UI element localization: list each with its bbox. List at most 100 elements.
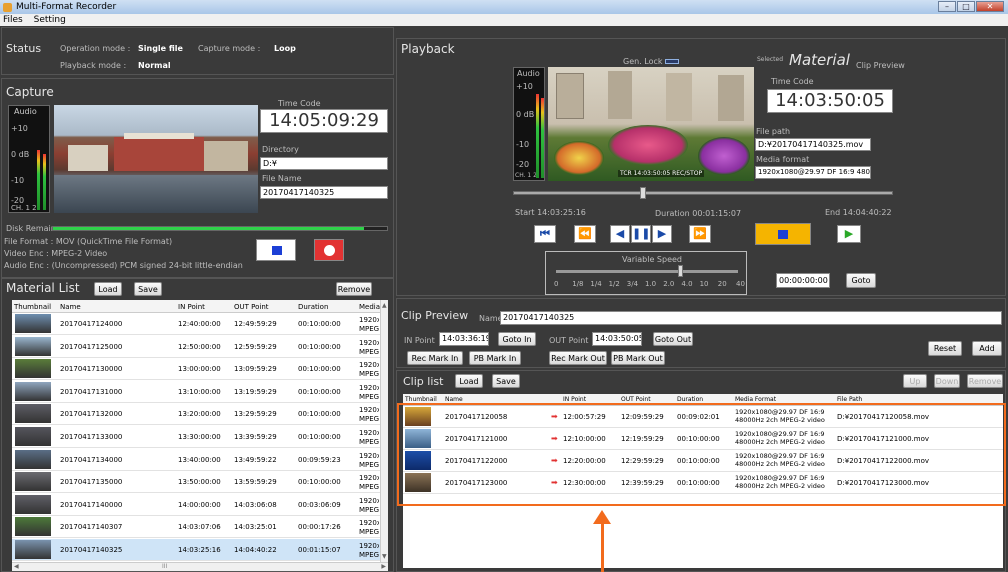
variable-speed-thumb[interactable] xyxy=(677,265,683,277)
capture-scale-0db: 0 dB xyxy=(11,150,30,159)
material-vscroll[interactable]: ▲ ▼ xyxy=(380,300,388,562)
close-icon[interactable]: ✕ xyxy=(976,1,1004,12)
col-name[interactable]: Name xyxy=(60,303,81,311)
material-save-button[interactable]: Save xyxy=(134,282,162,296)
maximize-icon[interactable]: □ xyxy=(957,1,975,12)
capture-panel: Capture Audio +10 0 dB -10 -20 CH. 1 2 T… xyxy=(1,78,394,278)
playback-meter-ch2 xyxy=(541,98,544,178)
table-row[interactable]: 20170417130000 13:00:00:00 13:09:59:29 00:1… xyxy=(12,358,380,381)
capture-mode-label: Capture mode : xyxy=(198,44,261,53)
col-in-point[interactable]: IN Point xyxy=(178,303,205,311)
directory-field[interactable]: D:¥ xyxy=(260,157,388,170)
hscroll-grip[interactable]: III xyxy=(162,563,167,570)
play-button[interactable]: ▶ xyxy=(837,225,861,243)
duration-label: Duration 00:01:15:07 xyxy=(655,209,742,218)
col-thumbnail[interactable]: Thumbnail xyxy=(14,303,51,311)
cell-name: 20170417124000 xyxy=(60,320,123,328)
rec-mark-in-button[interactable]: Rec Mark In xyxy=(407,351,463,365)
goto-out-button[interactable]: Goto Out xyxy=(653,332,693,346)
table-row[interactable]: 20170417125000 12:50:00:00 12:59:59:29 00:1… xyxy=(12,336,380,358)
step-forward-button[interactable]: ▶ xyxy=(652,225,672,243)
stop-icon xyxy=(778,230,788,239)
goto-timecode-field[interactable]: 00:00:00:00 xyxy=(776,273,830,288)
clip-col-media[interactable]: Media Format xyxy=(735,396,776,403)
rec-mark-out-button[interactable]: Rec Mark Out xyxy=(549,351,607,365)
media-format-field[interactable]: 1920x1080@29.97 DF 16:9 48000Hz 2c xyxy=(755,166,871,179)
skip-start-icon: ⏮ xyxy=(540,227,550,240)
reset-button[interactable]: Reset xyxy=(928,341,962,356)
capture-preview-image xyxy=(54,105,258,213)
clip-col-name[interactable]: Name xyxy=(445,396,463,403)
stop-icon xyxy=(272,246,282,255)
goto-start-button[interactable]: ⏮ xyxy=(534,225,556,243)
window-title: Multi-Format Recorder xyxy=(16,2,117,12)
out-point-field[interactable]: 14:03:50:05 xyxy=(592,332,642,346)
rewind-button[interactable]: ⏪ xyxy=(574,225,596,243)
cell-name: 20170417133000 xyxy=(60,433,123,441)
clip-col-path[interactable]: File Path xyxy=(837,396,862,403)
capture-record-button[interactable] xyxy=(314,239,344,261)
col-out-point[interactable]: OUT Point xyxy=(234,303,269,311)
cell-dur: 00:10:00:00 xyxy=(298,365,341,374)
clip-load-button[interactable]: Load xyxy=(455,374,483,388)
goto-in-button[interactable]: Goto In xyxy=(498,332,536,346)
table-row[interactable]: 20170417133000 13:30:00:00 13:39:59:29 00:1… xyxy=(12,426,380,448)
cell-out: 13:09:59:29 xyxy=(234,365,277,374)
material-remove-button[interactable]: Remove xyxy=(336,282,372,296)
table-row[interactable]: 20170417134000 13:40:00:00 13:49:59:22 00:0… xyxy=(12,449,380,471)
speed-tick-label: 1/8 xyxy=(572,280,584,288)
speed-tick-label: 1/2 xyxy=(608,280,620,288)
playback-audio-meter: Audio +10 0 dB -10 -20 CH. 1 2 xyxy=(513,67,545,181)
goto-button[interactable]: Goto xyxy=(846,273,876,288)
cell-dur: 00:10:00:00 xyxy=(298,320,341,328)
menu-files[interactable]: Files xyxy=(3,15,23,25)
pause-button[interactable]: ❚❚ xyxy=(631,225,651,243)
playback-position-track[interactable] xyxy=(513,187,893,199)
filepath-field[interactable]: D:¥20170417140325.mov xyxy=(755,138,871,151)
playback-stop-button[interactable] xyxy=(755,223,811,245)
cell-name: 20170417135000 xyxy=(60,478,123,487)
table-row[interactable]: 20170417140000 14:00:00:00 14:03:06:08 00:0… xyxy=(12,494,380,516)
hscroll-left-arrow-icon[interactable]: ◀ xyxy=(14,563,19,570)
material-hscroll[interactable]: ◀ III ▶ xyxy=(12,562,388,571)
cell-media: 1920x1 MPEG-2 xyxy=(359,361,379,379)
scroll-down-arrow-icon[interactable]: ▼ xyxy=(382,553,387,560)
variable-speed-track[interactable] xyxy=(556,265,738,277)
capture-stop-button[interactable] xyxy=(256,239,296,261)
table-row[interactable]: 20170417140325 14:03:25:16 14:04:40:22 00:0… xyxy=(12,539,380,561)
playback-audio-label: Audio xyxy=(517,69,540,78)
pb-mark-in-button[interactable]: PB Mark In xyxy=(469,351,521,365)
clip-col-in[interactable]: IN Point xyxy=(563,396,586,403)
clip-name-field[interactable]: 20170417140325 xyxy=(500,311,1002,325)
table-row[interactable]: 20170417124000 12:40:00:00 12:49:59:29 00:1… xyxy=(12,313,380,335)
col-duration[interactable]: Duration xyxy=(298,303,328,311)
add-button[interactable]: Add xyxy=(972,341,1002,356)
clip-col-duration[interactable]: Duration xyxy=(677,396,703,403)
variable-speed-ticks: 0 1/8 1/4 1/2 3/4 1.0 2.0 4.0 10 20 40 xyxy=(554,280,745,290)
minimize-icon[interactable]: – xyxy=(938,1,956,12)
cell-out: 12:49:59:29 xyxy=(234,320,277,328)
fast-forward-button[interactable]: ⏩ xyxy=(689,225,711,243)
clip-up-button[interactable]: Up xyxy=(903,374,927,388)
in-point-field[interactable]: 14:03:36:19 xyxy=(439,332,489,346)
clip-col-thumbnail[interactable]: Thumbnail xyxy=(405,396,437,403)
clip-down-button[interactable]: Down xyxy=(934,374,960,388)
scroll-up-arrow-icon[interactable]: ▲ xyxy=(382,302,387,309)
clip-col-out[interactable]: OUT Point xyxy=(621,396,651,403)
playback-preview-image: TCR 14:03:50:05 REC/STOP xyxy=(548,67,754,181)
filename-field[interactable]: 20170417140325 xyxy=(260,186,388,199)
table-row[interactable]: 20170417131000 13:10:00:00 13:19:59:29 00:1… xyxy=(12,381,380,403)
hscroll-right-arrow-icon[interactable]: ▶ xyxy=(381,563,386,570)
clip-list-title: Clip list xyxy=(403,375,444,388)
playback-position-thumb[interactable] xyxy=(640,187,647,199)
capture-mode-value: Loop xyxy=(274,44,296,53)
table-row[interactable]: 20170417140307 14:03:07:06 14:03:25:01 00:0… xyxy=(12,516,380,539)
table-row[interactable]: 20170417132000 13:20:00:00 13:29:59:29 00:1… xyxy=(12,403,380,426)
clip-remove-button[interactable]: Remove xyxy=(967,374,1003,388)
material-load-button[interactable]: Load xyxy=(94,282,122,296)
table-row[interactable]: 20170417135000 13:50:00:00 13:59:59:29 00:1… xyxy=(12,471,380,494)
pb-mark-out-button[interactable]: PB Mark Out xyxy=(611,351,665,365)
menu-setting[interactable]: Setting xyxy=(34,15,66,25)
step-back-button[interactable]: ◀ xyxy=(610,225,630,243)
clip-save-button[interactable]: Save xyxy=(492,374,520,388)
